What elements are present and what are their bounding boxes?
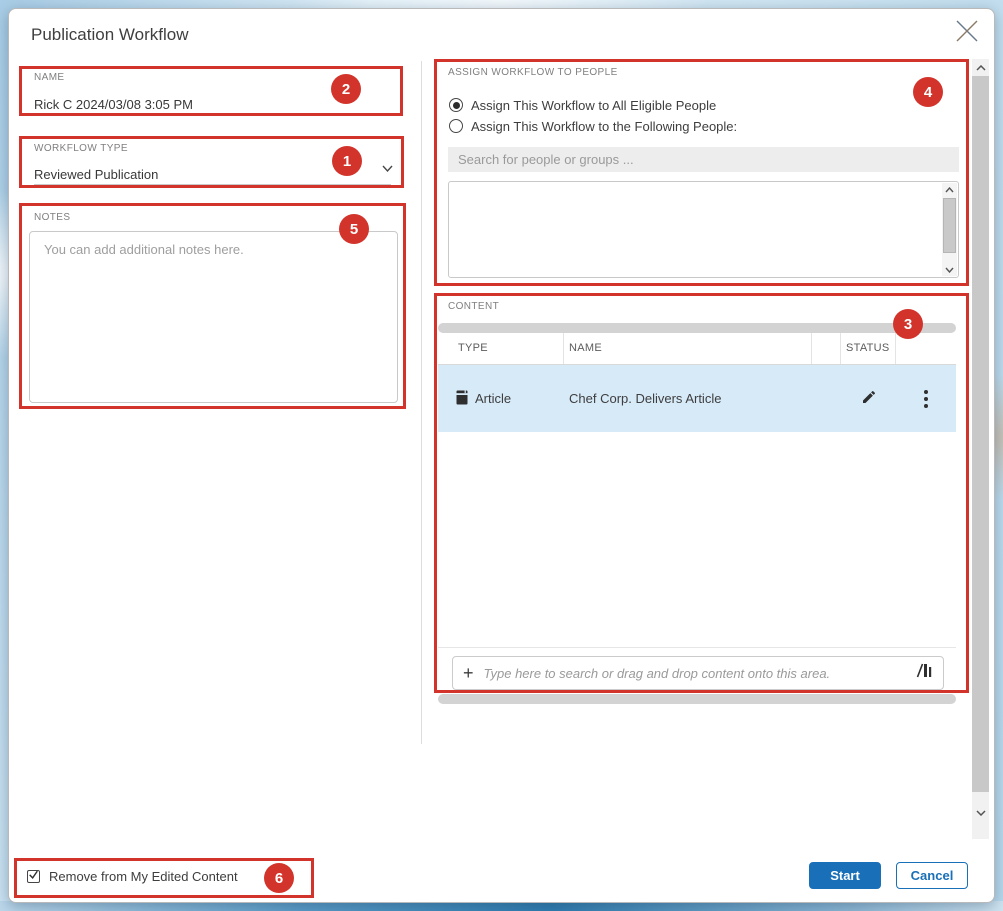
library-browse-icon[interactable]	[916, 663, 933, 683]
column-header-spacer	[812, 333, 841, 364]
annotation-badge-1: 1	[332, 146, 362, 176]
radio-option-label: Assign This Workflow to the Following Pe…	[471, 119, 737, 134]
content-section-label: CONTENT	[448, 301, 499, 312]
radio-option-label: Assign This Workflow to All Eligible Peo…	[471, 98, 716, 113]
edit-pencil-icon[interactable]	[861, 389, 877, 408]
dialog-scrollbar-thumb[interactable]	[972, 76, 989, 792]
annotation-badge-2: 2	[331, 74, 361, 104]
radio-option-all-eligible[interactable]: Assign This Workflow to All Eligible Peo…	[449, 97, 716, 113]
column-divider	[421, 61, 422, 744]
workflow-type-dropdown-button[interactable]	[381, 162, 394, 180]
plus-icon[interactable]: +	[463, 664, 474, 682]
close-icon	[953, 17, 981, 50]
content-table-footer-divider	[438, 647, 956, 648]
remove-from-edited-option[interactable]: Remove from My Edited Content	[27, 865, 238, 887]
page-background: Publication Workflow NAME Rick C 2024/03…	[0, 0, 1003, 911]
content-table: TYPE NAME STATUS Article Chef Corp. Deli…	[438, 323, 956, 704]
remove-from-edited-label: Remove from My Edited Content	[49, 869, 238, 884]
row-name-text: Chef Corp. Delivers Article	[569, 391, 721, 406]
radio-option-following-people[interactable]: Assign This Workflow to the Following Pe…	[449, 118, 737, 134]
radio-selected-icon	[449, 98, 463, 112]
dialog-title: Publication Workflow	[31, 25, 188, 45]
assigned-people-listbox[interactable]	[448, 181, 959, 278]
scroll-up-icon[interactable]	[942, 183, 957, 196]
name-field-label: NAME	[34, 72, 65, 83]
dialog-scrollbar[interactable]	[972, 59, 989, 839]
column-header-name[interactable]: NAME	[564, 333, 812, 364]
scroll-down-icon[interactable]	[942, 263, 957, 276]
scroll-down-icon[interactable]	[972, 804, 989, 821]
name-field-underline	[34, 115, 391, 116]
add-content-bar[interactable]: +	[452, 656, 944, 690]
workflow-type-underline	[34, 184, 391, 185]
publication-workflow-dialog: Publication Workflow NAME Rick C 2024/03…	[8, 8, 995, 903]
column-header-actions	[896, 333, 956, 364]
workflow-type-value[interactable]: Reviewed Publication	[34, 167, 158, 182]
radio-unselected-icon	[449, 119, 463, 133]
checkmark-icon	[28, 867, 39, 885]
listbox-scrollbar[interactable]	[942, 183, 957, 276]
people-search-input[interactable]	[448, 147, 959, 172]
notes-textarea[interactable]	[29, 231, 398, 403]
article-icon	[456, 390, 468, 408]
start-button[interactable]: Start	[809, 862, 881, 889]
listbox-scrollbar-thumb[interactable]	[943, 198, 956, 253]
cancel-button[interactable]: Cancel	[896, 862, 968, 889]
notes-label: NOTES	[34, 212, 70, 223]
remove-from-edited-checkbox[interactable]	[27, 870, 40, 883]
annotation-badge-6: 6	[264, 863, 294, 893]
content-table-header: TYPE NAME STATUS	[438, 333, 956, 365]
name-field-value: Rick C 2024/03/08 3:05 PM	[34, 97, 193, 112]
kebab-menu-icon[interactable]	[920, 386, 932, 412]
add-content-search-input[interactable]	[484, 666, 906, 681]
annotation-badge-4: 4	[913, 77, 943, 107]
scroll-up-icon[interactable]	[972, 59, 989, 76]
content-table-top-scrollbar[interactable]	[438, 323, 956, 333]
column-header-type[interactable]: TYPE	[438, 333, 564, 364]
assign-section-label: ASSIGN WORKFLOW TO PEOPLE	[448, 67, 618, 78]
chevron-down-icon	[381, 162, 394, 179]
row-type-text: Article	[475, 391, 511, 406]
column-header-status[interactable]: STATUS	[841, 333, 896, 364]
workflow-type-label: WORKFLOW TYPE	[34, 143, 128, 154]
content-table-row[interactable]: Article Chef Corp. Delivers Article	[438, 365, 956, 432]
close-button[interactable]	[949, 15, 985, 51]
content-table-bottom-scrollbar[interactable]	[438, 694, 956, 704]
